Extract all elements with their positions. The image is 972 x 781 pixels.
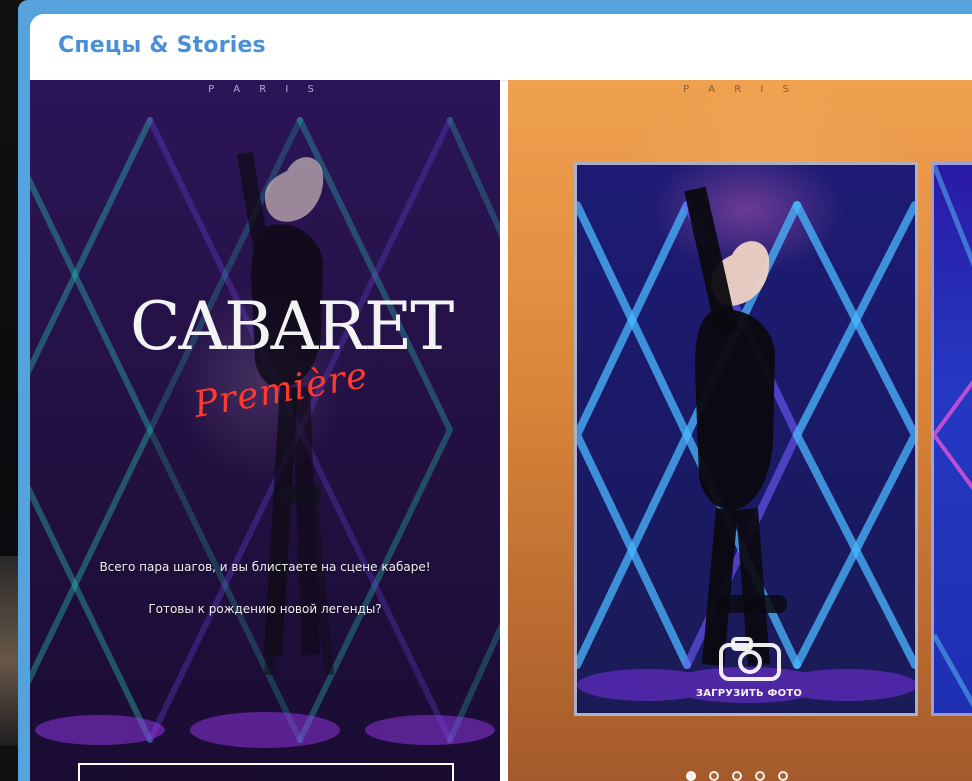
carousel-dot-1[interactable] <box>686 771 696 781</box>
next-photo-peek <box>931 162 972 716</box>
photo-preview[interactable]: ЗАГРУЗИТЬ ФОТО <box>574 162 918 716</box>
intro-text-1: Всего пара шагов, и вы блистаете на сцен… <box>99 560 431 574</box>
photo-neon <box>577 186 915 703</box>
cabaret-logo: CABARET <box>130 288 454 365</box>
carousel-dot-3[interactable] <box>732 771 743 781</box>
carousel-dots[interactable] <box>686 766 798 781</box>
camera-icon <box>715 635 785 683</box>
carousel-dot-4[interactable] <box>755 771 766 781</box>
intro-text-2: Готовы к рождению новой легенды? <box>148 602 382 616</box>
intro-card: P A R I S CABARET Première Всего пара ша… <box>30 80 500 781</box>
brand-label-right: P A R I S <box>683 84 797 95</box>
upload-card: P A R I S ЗАГРУЗИТЬ ФОТО <box>508 80 972 781</box>
panel-header: Спецы & Stories <box>30 14 972 81</box>
start-button[interactable] <box>78 763 454 781</box>
carousel-dot-2[interactable] <box>709 771 720 781</box>
content-panel: Спецы & Stories P A R I S CABARET Premiè… <box>30 14 972 781</box>
page-title: Спецы & Stories <box>58 33 266 58</box>
upload-photo-label[interactable]: ЗАГРУЗИТЬ ФОТО <box>669 688 829 699</box>
carousel-dot-5[interactable] <box>778 771 789 781</box>
